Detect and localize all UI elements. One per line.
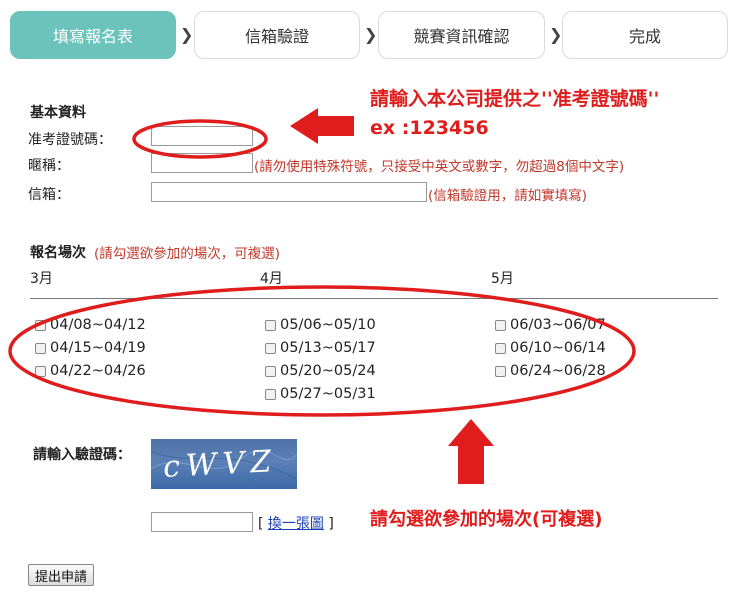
step-email-verify[interactable]: 信箱驗證 <box>194 11 360 59</box>
ticket-hint-line2: ex :123456 <box>370 117 489 139</box>
session-date: 04/22~04/26 <box>50 363 146 379</box>
step-contest-confirm[interactable]: 競賽資訊確認 <box>378 11 545 59</box>
basic-info-heading: 基本資料 <box>30 105 86 121</box>
email-input[interactable] <box>151 182 427 202</box>
refresh-captcha: [ 換一張圖 ] <box>258 513 334 533</box>
progress-steps: 填寫報名表 ❯ 信箱驗證 ❯ 競賽資訊確認 ❯ 完成 <box>10 11 730 59</box>
divider <box>30 298 718 299</box>
bracket-close: ] <box>328 516 334 532</box>
checkbox[interactable] <box>35 342 46 354</box>
session-option[interactable]: 05/06~05/10 <box>265 317 376 333</box>
session-date: 06/24~06/28 <box>510 363 606 379</box>
checkbox[interactable] <box>35 319 46 331</box>
nickname-input[interactable] <box>151 153 253 173</box>
email-label: 信箱： <box>28 187 70 203</box>
up-arrow-icon <box>448 419 494 484</box>
captcha-image: cWVZ <box>151 439 297 489</box>
session-date: 06/03~06/07 <box>510 317 606 333</box>
step-fill-form[interactable]: 填寫報名表 <box>10 11 176 59</box>
checkbox[interactable] <box>265 342 276 354</box>
sessions-heading: 報名場次 <box>30 245 86 261</box>
step-arrow-icon: ❯ <box>549 25 563 44</box>
submit-button[interactable]: 提出申請 <box>28 564 95 586</box>
captcha-input[interactable] <box>151 512 253 532</box>
session-date: 05/20~05/24 <box>280 363 376 379</box>
checkbox[interactable] <box>495 319 506 331</box>
checkbox[interactable] <box>265 365 276 377</box>
ticket-number-label: 准考證號碼： <box>28 132 112 148</box>
session-option[interactable]: 06/24~06/28 <box>495 363 606 379</box>
session-option[interactable]: 06/10~06/14 <box>495 340 606 356</box>
session-date: 05/06~05/10 <box>280 317 376 333</box>
checkbox[interactable] <box>265 319 276 331</box>
session-date: 05/27~05/31 <box>280 386 376 402</box>
month-label: 3月 <box>30 271 53 287</box>
month-label: 5月 <box>491 271 514 287</box>
captcha-label: 請輸入驗證碼： <box>33 447 131 463</box>
nickname-note: (請勿使用特殊符號，只接受中英文或數字，勿超過8個中文字) <box>254 159 625 175</box>
email-note: (信箱驗證用，請如實填寫) <box>428 188 588 204</box>
ticket-number-input[interactable] <box>151 126 253 146</box>
session-option[interactable]: 04/08~04/12 <box>35 317 146 333</box>
step-complete[interactable]: 完成 <box>562 11 728 59</box>
left-arrow-icon <box>290 108 354 144</box>
ticket-hint-line1: 請輸入本公司提供之''准考證號碼'' <box>370 88 660 110</box>
bracket-open: [ <box>258 516 264 532</box>
checkbox[interactable] <box>265 388 276 400</box>
refresh-captcha-link[interactable]: 換一張圖 <box>268 516 324 532</box>
month-label: 4月 <box>260 271 283 287</box>
sessions-note: (請勾選欲參加的場次，可複選) <box>94 246 281 262</box>
session-option[interactable]: 04/22~04/26 <box>35 363 146 379</box>
checkbox[interactable] <box>35 365 46 377</box>
step-arrow-icon: ❯ <box>364 25 378 44</box>
session-option[interactable]: 06/03~06/07 <box>495 317 606 333</box>
step-arrow-icon: ❯ <box>180 25 194 44</box>
session-option[interactable]: 05/20~05/24 <box>265 363 376 379</box>
session-date: 04/08~04/12 <box>50 317 146 333</box>
session-hint: 請勾選欲參加的場次(可複選) <box>370 509 603 530</box>
session-option[interactable]: 05/27~05/31 <box>265 386 376 402</box>
nickname-label: 暱稱： <box>28 158 70 174</box>
session-date: 04/15~04/19 <box>50 340 146 356</box>
session-date: 05/13~05/17 <box>280 340 376 356</box>
checkbox[interactable] <box>495 365 506 377</box>
session-option[interactable]: 04/15~04/19 <box>35 340 146 356</box>
captcha-text: cWVZ <box>162 444 278 485</box>
checkbox[interactable] <box>495 342 506 354</box>
session-date: 06/10~06/14 <box>510 340 606 356</box>
session-option[interactable]: 05/13~05/17 <box>265 340 376 356</box>
